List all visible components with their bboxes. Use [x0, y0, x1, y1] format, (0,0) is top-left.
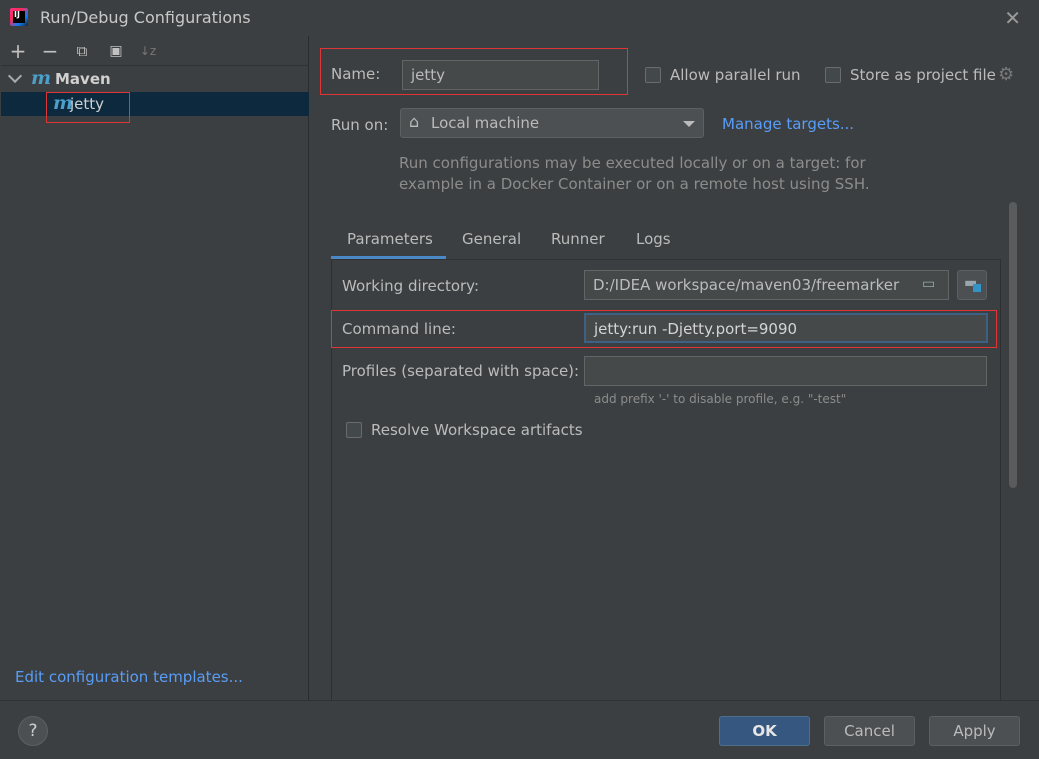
store-project-label: Store as project file	[850, 66, 996, 84]
working-dir-label: Working directory:	[342, 277, 480, 295]
tree-item-label: jetty	[70, 95, 105, 113]
folder-open-icon[interactable]: ▭	[922, 276, 935, 292]
allow-parallel-checkbox[interactable]	[645, 67, 661, 83]
run-on-select[interactable]: ⌂ Local machine	[400, 108, 704, 138]
dialog-footer: ? OK Cancel Apply	[0, 700, 1039, 759]
tree-toolbar: + − ⧉ ▣ ↓z	[1, 36, 309, 66]
profiles-field[interactable]	[584, 356, 987, 386]
tab-runner[interactable]: Runner	[551, 230, 605, 248]
home-icon: ⌂	[409, 112, 420, 131]
cancel-button[interactable]: Cancel	[824, 716, 915, 746]
run-info-line1: Run configurations may be executed local…	[399, 154, 866, 172]
tab-parameters[interactable]: Parameters	[347, 230, 433, 248]
new-folder-icon[interactable]: ▣	[105, 40, 127, 62]
add-icon[interactable]: +	[7, 40, 29, 62]
gear-icon[interactable]: ⚙	[998, 64, 1014, 85]
title-bar: Run/Debug Configurations ✕	[0, 0, 1039, 36]
chevron-down-icon[interactable]	[7, 68, 23, 84]
macro-badge-icon	[973, 284, 981, 292]
sort-icon[interactable]: ↓z	[137, 40, 159, 62]
remove-icon[interactable]: −	[39, 40, 61, 62]
intellij-app-icon	[10, 8, 28, 26]
allow-parallel-label: Allow parallel run	[670, 66, 801, 84]
tree-group-label: Maven	[55, 70, 111, 88]
tab-logs[interactable]: Logs	[636, 230, 671, 248]
help-button[interactable]: ?	[18, 716, 48, 746]
run-info-line2: example in a Docker Container or on a re…	[399, 175, 870, 193]
browse-macros-button[interactable]: ▬	[957, 270, 987, 300]
resolve-workspace-label: Resolve Workspace artifacts	[371, 421, 583, 439]
name-label: Name:	[331, 65, 381, 83]
ok-button[interactable]: OK	[719, 716, 810, 746]
close-icon[interactable]: ✕	[1004, 6, 1021, 30]
tree-item-jetty[interactable]: m jetty	[1, 92, 309, 116]
maven-icon: m	[31, 67, 52, 89]
profiles-label: Profiles (separated with space):	[342, 362, 580, 380]
scrollbar[interactable]	[1009, 202, 1017, 488]
tab-general[interactable]: General	[462, 230, 521, 248]
edit-templates-link[interactable]: Edit configuration templates...	[15, 668, 243, 686]
chevron-down-icon	[683, 121, 695, 127]
configurations-tree-panel: + − ⧉ ▣ ↓z m Maven m jetty Edit configur…	[1, 36, 309, 700]
command-line-label: Command line:	[342, 320, 456, 338]
run-on-value: Local machine	[431, 114, 540, 132]
working-dir-field[interactable]: D:/IDEA workspace/maven03/freemarker	[584, 270, 949, 300]
configuration-form: Name: jetty Allow parallel run Store as …	[310, 36, 1039, 702]
run-on-label: Run on:	[331, 116, 389, 134]
store-project-checkbox[interactable]	[825, 67, 841, 83]
name-field[interactable]: jetty	[402, 60, 599, 90]
copy-icon[interactable]: ⧉	[71, 40, 93, 62]
command-line-field[interactable]: jetty:run -Djetty.port=9090	[584, 313, 988, 343]
apply-button[interactable]: Apply	[929, 716, 1020, 746]
resolve-workspace-checkbox[interactable]	[346, 422, 362, 438]
window-title: Run/Debug Configurations	[40, 8, 251, 27]
profiles-hint: add prefix '-' to disable profile, e.g. …	[594, 392, 847, 406]
tree-group-maven[interactable]: m Maven	[1, 67, 309, 91]
manage-targets-link[interactable]: Manage targets...	[722, 115, 854, 133]
